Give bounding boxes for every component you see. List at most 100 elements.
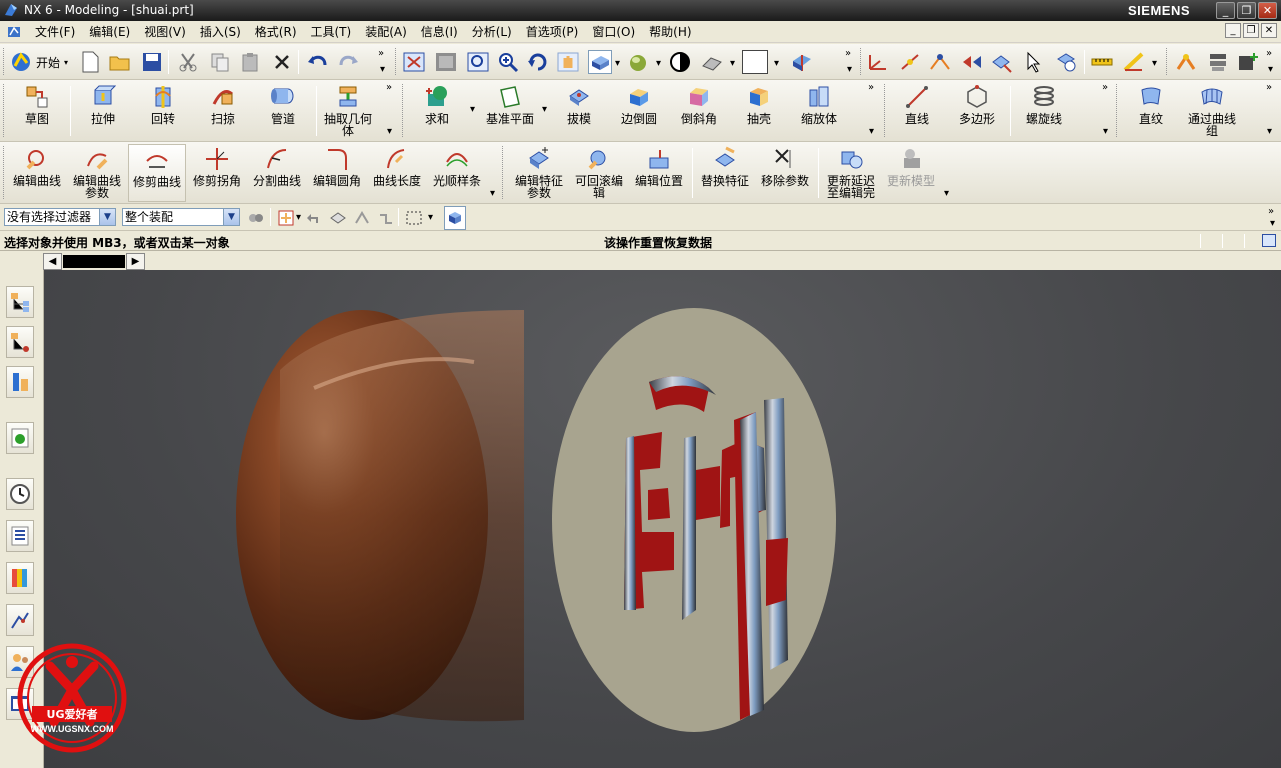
component-icon[interactable] xyxy=(1206,50,1230,74)
menu-analysis[interactable]: 分析(L) xyxy=(465,22,519,42)
draft-button[interactable]: 拔模 xyxy=(556,84,602,125)
shell-button[interactable]: 抽壳 xyxy=(736,84,782,125)
part-navigator-icon[interactable] xyxy=(6,366,34,398)
color-swatch[interactable] xyxy=(742,50,768,74)
ruled-button[interactable]: 直纹 xyxy=(1126,84,1176,125)
open-icon[interactable] xyxy=(108,50,132,74)
edit-feature-params-button[interactable]: 编辑特征 参数 xyxy=(510,146,568,199)
edit-position-button[interactable]: 编辑位置 xyxy=(630,146,688,187)
pointer-icon[interactable] xyxy=(1022,50,1046,74)
rollback-edit-button[interactable]: 可回滚编 辑 xyxy=(570,146,628,199)
menu-insert[interactable]: 插入(S) xyxy=(193,22,248,42)
doc-close-button[interactable]: ✕ xyxy=(1261,23,1277,38)
doc-minimize-button[interactable]: _ xyxy=(1225,23,1241,38)
through-curves-button[interactable]: 通过曲线 组 xyxy=(1180,84,1244,137)
replace-feature-button[interactable]: 替换特征 xyxy=(696,146,754,187)
extract-body-button[interactable]: 抽取几何 体 xyxy=(320,84,376,137)
trim-curve-button[interactable]: 修剪曲线 xyxy=(128,144,186,202)
zoom-icon[interactable] xyxy=(466,50,490,74)
cut-icon[interactable] xyxy=(176,50,200,74)
reuse-library-icon[interactable] xyxy=(6,422,34,454)
curve-length-button[interactable]: 曲线长度 xyxy=(368,146,426,187)
edit-fillet-button[interactable]: 编辑圆角 xyxy=(308,146,366,187)
edit-curve-button[interactable]: 编辑曲线 xyxy=(8,146,66,187)
fit-view-icon[interactable] xyxy=(402,50,426,74)
select-edge-icon[interactable] xyxy=(376,206,396,230)
select-face-icon[interactable] xyxy=(352,206,372,230)
filter-icon[interactable] xyxy=(1054,50,1078,74)
fullscreen-icon[interactable] xyxy=(1262,234,1276,247)
line-button[interactable]: 直线 xyxy=(894,84,940,125)
menu-view[interactable]: 视图(V) xyxy=(137,22,193,42)
select-icon[interactable] xyxy=(990,50,1014,74)
scroll-right-arrow[interactable]: ▶ xyxy=(126,253,145,270)
menu-help[interactable]: 帮助(H) xyxy=(642,22,698,42)
chamfer-button[interactable]: 倒斜角 xyxy=(676,84,722,125)
zoom-in-out-icon[interactable] xyxy=(496,50,520,74)
visual-effects-icon[interactable] xyxy=(6,562,34,594)
redo-icon[interactable] xyxy=(336,50,360,74)
assembly-navigator-icon[interactable] xyxy=(6,286,34,318)
menu-window[interactable]: 窗口(O) xyxy=(585,22,642,42)
divide-curve-button[interactable]: 分割曲线 xyxy=(248,146,306,187)
render-style-icon[interactable] xyxy=(626,50,650,74)
constraint-navigator-icon[interactable] xyxy=(6,326,34,358)
selection-scope-select[interactable]: 整个装配 ▼ xyxy=(122,208,240,226)
rectangle-select-icon[interactable] xyxy=(404,206,424,230)
start-button[interactable]: 开始 ▾ xyxy=(10,51,68,73)
rotate-icon[interactable] xyxy=(526,50,550,74)
menu-format[interactable]: 格式(R) xyxy=(248,22,304,42)
helix-button[interactable]: 螺旋线 xyxy=(1018,84,1070,125)
select-feature-icon[interactable] xyxy=(328,206,348,230)
datum-axis-icon[interactable] xyxy=(898,50,922,74)
menu-assemblies[interactable]: 装配(A) xyxy=(358,22,414,42)
history-icon[interactable] xyxy=(6,478,34,510)
background-icon[interactable] xyxy=(668,50,692,74)
close-button[interactable]: ✕ xyxy=(1258,2,1277,19)
section-view-icon[interactable] xyxy=(790,50,814,74)
restore-button[interactable]: ❐ xyxy=(1237,2,1256,19)
undo-selection-icon[interactable] xyxy=(304,206,324,230)
menu-edit[interactable]: 编辑(E) xyxy=(82,22,137,42)
nx-menu-icon[interactable] xyxy=(6,24,24,40)
general-selection-icon[interactable] xyxy=(246,206,266,230)
snap-icon[interactable] xyxy=(960,50,984,74)
doc-restore-button[interactable]: ❐ xyxy=(1243,23,1259,38)
update-delayed-button[interactable]: 更新延迟 至编辑完 xyxy=(822,146,880,199)
scroll-left-arrow[interactable]: ◀ xyxy=(43,253,62,270)
minimize-button[interactable]: _ xyxy=(1216,2,1235,19)
trim-corner-button[interactable]: 修剪拐角 xyxy=(188,146,246,187)
point-icon[interactable] xyxy=(928,50,952,74)
measure-distance-icon[interactable] xyxy=(1090,50,1114,74)
assembly-icon[interactable] xyxy=(1174,50,1198,74)
menu-preferences[interactable]: 首选项(P) xyxy=(519,22,586,42)
orient-view-icon[interactable] xyxy=(588,50,612,74)
scale-body-button[interactable]: 缩放体 xyxy=(796,84,842,125)
datum-plane-button[interactable]: 基准平面 xyxy=(480,84,540,125)
highlight-icon[interactable] xyxy=(444,206,466,230)
measure-angle-icon[interactable] xyxy=(1122,50,1146,74)
polygon-button[interactable]: 多边形 xyxy=(952,84,1002,125)
smooth-spline-button[interactable]: 光顺样条 xyxy=(428,146,486,187)
graphics-window[interactable] xyxy=(44,270,1281,768)
remove-params-button[interactable]: 移除参数 xyxy=(756,146,814,187)
copy-icon[interactable] xyxy=(208,50,232,74)
revolve-button[interactable]: 回转 xyxy=(140,84,186,125)
menu-tools[interactable]: 工具(T) xyxy=(304,22,359,42)
add-component-icon[interactable] xyxy=(1236,50,1260,74)
new-icon[interactable] xyxy=(78,50,102,74)
update-model-button[interactable]: 更新模型 xyxy=(882,146,940,187)
edge-blend-button[interactable]: 边倒圆 xyxy=(616,84,662,125)
type-filter-select[interactable]: 没有选择过滤器 ▼ xyxy=(4,208,116,226)
role-icon[interactable] xyxy=(6,604,34,636)
pan-icon[interactable] xyxy=(556,50,580,74)
menu-file[interactable]: 文件(F) xyxy=(28,22,82,42)
csys-icon[interactable] xyxy=(866,50,890,74)
extrude-button[interactable]: 拉伸 xyxy=(80,84,126,125)
system-materials-icon[interactable] xyxy=(6,520,34,552)
chess-piece-model[interactable] xyxy=(44,270,1281,768)
undo-icon[interactable] xyxy=(306,50,330,74)
tube-button[interactable]: 管道 xyxy=(260,84,306,125)
save-icon[interactable] xyxy=(140,50,164,74)
shaded-edges-icon[interactable] xyxy=(700,50,724,74)
